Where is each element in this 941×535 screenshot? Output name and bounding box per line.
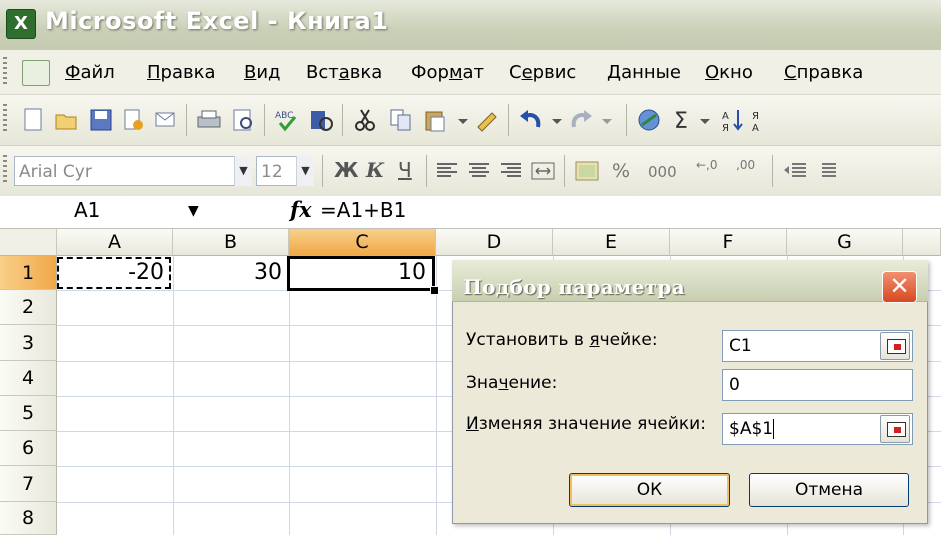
value-label: Значение: <box>466 373 558 393</box>
column-header-b[interactable]: B <box>173 229 289 256</box>
research-icon[interactable] <box>306 105 336 135</box>
hyperlink-icon[interactable] <box>634 105 664 135</box>
toolbar-grip[interactable] <box>3 155 7 185</box>
menu-help[interactable]: Справка <box>784 62 863 83</box>
merge-center-icon[interactable] <box>528 156 558 186</box>
column-header-d[interactable]: D <box>436 229 553 256</box>
column-header-h[interactable] <box>903 229 941 256</box>
increase-indent-icon[interactable] <box>810 156 840 186</box>
menu-tools[interactable]: Сервис <box>509 62 576 83</box>
thousands-separator-button[interactable]: 000 <box>648 163 677 181</box>
ok-button[interactable]: ОК <box>569 473 730 507</box>
increase-decimal-button[interactable]: ←,0 <box>696 159 718 171</box>
menu-grip[interactable] <box>3 57 7 87</box>
menu-data[interactable]: Данные <box>607 62 681 83</box>
name-box-value: A1 <box>74 198 101 222</box>
copy-icon[interactable] <box>386 105 416 135</box>
svg-text:Σ: Σ <box>674 109 688 134</box>
align-center-icon[interactable] <box>464 156 494 186</box>
cancel-button[interactable]: Отмена <box>749 473 909 507</box>
open-icon[interactable] <box>52 105 82 135</box>
decrease-indent-icon[interactable] <box>780 156 810 186</box>
svg-text:Я: Я <box>752 111 759 122</box>
copy-marquee <box>57 257 171 289</box>
sort-ascending-icon[interactable]: АЯ <box>718 105 748 135</box>
collapse-dialog-icon[interactable] <box>880 415 910 443</box>
window-title: Microsoft Excel - Книга1 <box>45 7 389 35</box>
print-preview-icon[interactable] <box>228 105 258 135</box>
fill-handle[interactable] <box>430 286 439 295</box>
insert-function-icon[interactable]: fx <box>290 197 312 222</box>
column-header-a[interactable]: A <box>57 229 173 256</box>
row-header-3[interactable]: 3 <box>0 325 57 361</box>
font-name-select[interactable]: Arial Cyr <box>14 156 252 186</box>
menu-format[interactable]: Формат <box>411 62 484 83</box>
close-button[interactable]: ✕ <box>882 271 917 303</box>
align-right-icon[interactable] <box>496 156 526 186</box>
changing-cell-label: Изменяя значение ячейки: <box>466 414 706 434</box>
excel-icon[interactable]: X <box>6 9 36 39</box>
format-painter-icon[interactable] <box>472 105 502 135</box>
sort-descending-icon[interactable]: ЯА <box>748 105 778 135</box>
column-header-e[interactable]: E <box>553 229 670 256</box>
percent-button[interactable]: % <box>612 160 630 182</box>
dialog-title: Подбор параметра <box>463 275 685 299</box>
workbook-icon[interactable] <box>22 60 50 86</box>
redo-icon[interactable] <box>568 105 598 135</box>
select-all-corner[interactable] <box>0 229 57 256</box>
column-header-f[interactable]: F <box>670 229 787 256</box>
row-header-6[interactable]: 6 <box>0 431 57 466</box>
collapse-dialog-icon[interactable] <box>880 332 910 360</box>
menu-edit[interactable]: Правка <box>147 62 216 83</box>
name-box[interactable] <box>0 197 242 227</box>
value-input[interactable]: 0 <box>722 369 913 401</box>
chevron-down-icon[interactable]: ▼ <box>296 156 314 186</box>
bold-button[interactable]: Ж <box>334 158 358 182</box>
undo-icon[interactable] <box>516 105 546 135</box>
permission-icon[interactable] <box>118 105 148 135</box>
align-left-icon[interactable] <box>432 156 462 186</box>
print-icon[interactable] <box>194 105 224 135</box>
row-header-1[interactable]: 1 <box>0 256 57 290</box>
column-header-g[interactable]: G <box>787 229 903 256</box>
chevron-down-icon[interactable]: ▼ <box>234 156 252 186</box>
svg-text:ABC: ABC <box>275 111 293 121</box>
row-header-8[interactable]: 8 <box>0 502 57 535</box>
paste-icon[interactable] <box>420 105 450 135</box>
spelling-icon[interactable]: ABC <box>272 105 302 135</box>
column-header-c[interactable]: C <box>289 229 436 256</box>
svg-text:А: А <box>752 123 759 134</box>
italic-button[interactable]: К <box>366 158 384 182</box>
chevron-down-icon[interactable]: ▼ <box>188 203 199 219</box>
row-header-7[interactable]: 7 <box>0 466 57 502</box>
svg-text:Я: Я <box>722 123 729 134</box>
redo-dropdown-icon[interactable] <box>596 105 626 135</box>
email-icon[interactable] <box>150 105 180 135</box>
new-icon[interactable] <box>18 105 48 135</box>
underline-button[interactable]: Ч <box>398 158 412 182</box>
save-icon[interactable] <box>86 105 116 135</box>
menu-view[interactable]: Вид <box>244 62 281 83</box>
toolbar-grip[interactable] <box>3 104 7 134</box>
row-header-5[interactable]: 5 <box>0 396 57 431</box>
decrease-decimal-button[interactable]: ,00 <box>736 159 755 171</box>
formula-input[interactable]: =A1+B1 <box>320 198 406 222</box>
active-cell-border <box>287 256 435 291</box>
currency-icon[interactable] <box>572 156 602 186</box>
set-cell-label: Установить в ячейке: <box>466 330 658 350</box>
menu-file[interactable]: Файл <box>65 62 115 83</box>
row-header-4[interactable]: 4 <box>0 361 57 396</box>
menu-window[interactable]: Окно <box>705 62 753 83</box>
cut-icon[interactable] <box>350 105 380 135</box>
cell-b1[interactable]: 30 <box>176 260 282 285</box>
svg-text:А: А <box>722 111 729 122</box>
menu-insert[interactable]: Вставка <box>306 62 382 83</box>
row-header-2[interactable]: 2 <box>0 290 57 325</box>
